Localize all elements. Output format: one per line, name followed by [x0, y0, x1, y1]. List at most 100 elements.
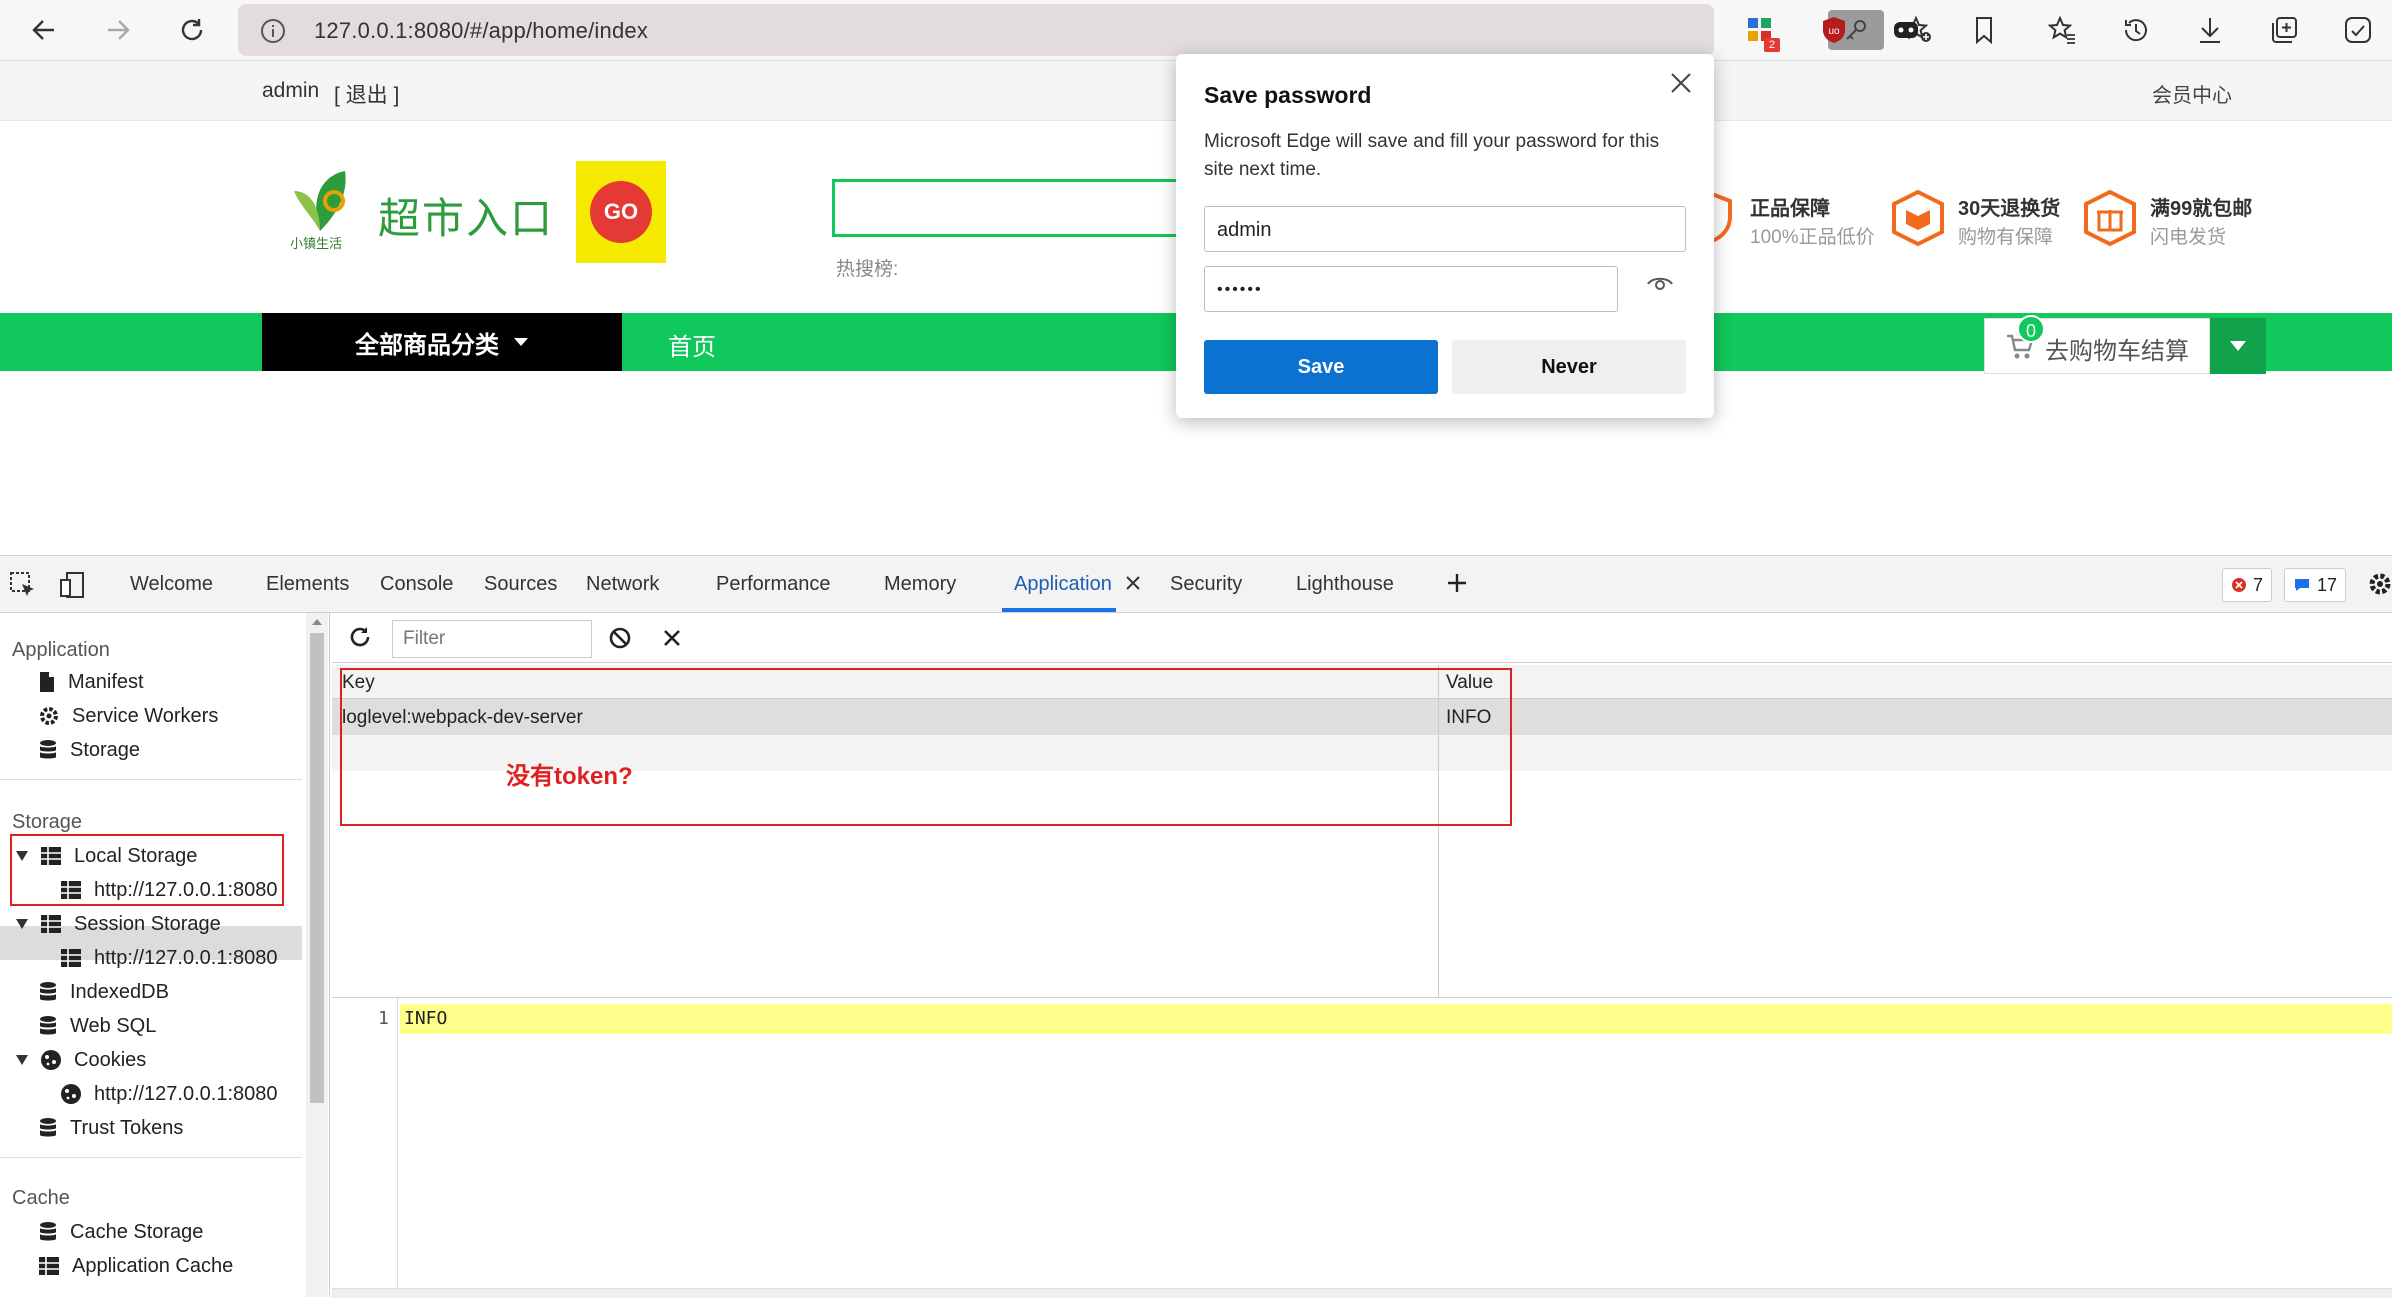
history-icon[interactable] — [2118, 12, 2154, 48]
sidebar-label: Service Workers — [72, 704, 219, 727]
filter-input[interactable] — [392, 620, 592, 658]
device-toolbar-icon[interactable] — [58, 570, 88, 600]
gift-icon — [2084, 189, 2136, 247]
gear-icon — [40, 707, 58, 725]
cart-checkout-button[interactable]: 0 去购物车结算 — [1984, 315, 2210, 374]
sidebar-item-service-workers[interactable]: Service Workers — [38, 699, 218, 733]
sidebar-label: Trust Tokens — [70, 1116, 184, 1139]
sidebar-header-storage: Storage — [12, 811, 83, 833]
cart-dropdown-button[interactable] — [2210, 318, 2266, 374]
logo-go-badge: GO — [576, 161, 666, 263]
expand-triangle-icon — [16, 919, 28, 929]
scroll-up-icon — [312, 619, 322, 625]
favorites-icon[interactable] — [2044, 12, 2080, 48]
application-sidebar: Application Manifest Service Workers Sto… — [0, 613, 330, 1297]
sidebar-item-application-cache[interactable]: Application Cache — [38, 1249, 233, 1283]
all-categories-menu[interactable]: 全部商品分类 — [262, 313, 622, 371]
clear-all-icon[interactable] — [608, 626, 632, 650]
site-info-icon[interactable] — [260, 18, 286, 44]
back-button[interactable] — [24, 10, 64, 50]
logo-go-text: GO — [590, 181, 652, 243]
performance-icon[interactable] — [2340, 12, 2376, 48]
address-bar[interactable]: 127.0.0.1:8080/#/app/home/index — [238, 4, 1931, 56]
tab-security[interactable]: Security — [1170, 573, 1242, 596]
messages-counter[interactable]: 17 — [2284, 568, 2347, 602]
sidebar-label: Cache Storage — [70, 1220, 204, 1243]
collections-icon[interactable] — [2266, 12, 2302, 48]
save-button[interactable]: Save — [1204, 340, 1438, 394]
tab-console[interactable]: Console — [380, 573, 453, 596]
sidebar-label: Application Cache — [72, 1254, 234, 1277]
never-button[interactable]: Never — [1452, 340, 1686, 394]
url-text[interactable]: 127.0.0.1:8080/#/app/home/index — [314, 18, 648, 44]
promo-subtitle: 购物有保障 — [1958, 227, 2054, 248]
cookie-icon — [61, 1084, 81, 1104]
sidebar-item-session-storage-origin[interactable]: http://127.0.0.1:8080 — [60, 941, 278, 975]
username-field[interactable]: admin — [1204, 206, 1686, 252]
ublock-icon[interactable]: uo — [1816, 12, 1852, 48]
sidebar-label: http://127.0.0.1:8080 — [94, 946, 278, 969]
search-input[interactable] — [832, 179, 1192, 237]
close-icon[interactable] — [1666, 68, 1696, 98]
nav-home-link[interactable]: 首页 — [668, 327, 716, 362]
tab-welcome[interactable]: Welcome — [130, 573, 213, 596]
cart-count-badge: 0 — [2017, 315, 2045, 343]
sidebar-item-session-storage[interactable]: Session Storage — [16, 907, 221, 941]
promo-subtitle: 闪电发货 — [2150, 227, 2227, 248]
tab-elements[interactable]: Elements — [266, 573, 349, 596]
promo-genuine: 正品保障 100%正品低价 — [1690, 186, 1890, 256]
tab-network[interactable]: Network — [586, 573, 659, 596]
logo-small-text: 小镇生活 — [290, 236, 343, 251]
devtools-panel: Welcome Elements Console Sources Network… — [0, 555, 2392, 1298]
tab-application[interactable]: Application — [1014, 573, 1112, 596]
back-arrow-icon — [32, 20, 54, 40]
sidebar-item-cookies-origin[interactable]: http://127.0.0.1:8080 — [60, 1077, 278, 1111]
logo-text: 超市入口 — [378, 195, 555, 242]
promo-subtitle: 100%正品低价 — [1750, 227, 1875, 248]
tab-lighthouse[interactable]: Lighthouse — [1296, 573, 1394, 596]
box-icon — [1892, 189, 1944, 247]
downloads-icon[interactable] — [2192, 12, 2228, 48]
table-grid-icon — [39, 1257, 59, 1275]
annotation-text: 没有token? — [506, 763, 633, 790]
forward-button[interactable] — [98, 10, 138, 50]
inspect-element-icon[interactable] — [8, 570, 38, 600]
refresh-button[interactable] — [172, 10, 212, 50]
errors-counter[interactable]: 7 — [2222, 568, 2273, 602]
errors-count: 7 — [2253, 574, 2264, 595]
sidebar-item-storage[interactable]: Storage — [38, 733, 140, 767]
sidebar-item-cache-storage[interactable]: Cache Storage — [38, 1215, 203, 1249]
sidebar-divider — [0, 1157, 302, 1158]
sidebar-item-websql[interactable]: Web SQL — [38, 1009, 156, 1043]
sidebar-header-cache: Cache — [12, 1187, 70, 1209]
bookmark-icon[interactable] — [1966, 12, 2002, 48]
game-controller-icon[interactable] — [1888, 12, 1924, 48]
sidebar-item-cookies[interactable]: Cookies — [16, 1043, 146, 1077]
sidebar-label: Cookies — [74, 1048, 147, 1071]
sidebar-label: Web SQL — [70, 1014, 157, 1037]
show-password-icon[interactable] — [1646, 274, 1674, 294]
extensions-icon[interactable]: 2 — [1742, 12, 1780, 52]
username-link[interactable]: admin — [262, 79, 319, 103]
site-logo[interactable]: 小镇生活 超市入口 GO — [290, 161, 668, 263]
more-tabs-plus-icon[interactable] — [1446, 572, 1468, 594]
sidebar-label: Manifest — [68, 670, 144, 693]
tab-memory[interactable]: Memory — [884, 573, 956, 596]
close-tab-icon[interactable] — [1126, 576, 1140, 590]
sidebar-scrollbar[interactable] — [306, 613, 328, 1297]
sidebar-item-manifest[interactable]: Manifest — [38, 665, 144, 699]
password-field[interactable]: •••••• — [1204, 266, 1618, 312]
preview-content[interactable]: INFO — [404, 1008, 447, 1029]
member-center-link[interactable]: 会员中心 — [2152, 79, 2232, 108]
logout-link[interactable]: [ 退出 ] — [334, 79, 399, 109]
tab-sources[interactable]: Sources — [484, 573, 557, 596]
sidebar-item-trust-tokens[interactable]: Trust Tokens — [38, 1111, 183, 1145]
tab-performance[interactable]: Performance — [716, 573, 831, 596]
settings-gear-icon[interactable] — [2366, 570, 2392, 598]
sidebar-scroll-thumb[interactable] — [310, 633, 324, 1103]
refresh-icon[interactable] — [348, 625, 372, 649]
delete-selected-icon[interactable] — [662, 628, 682, 648]
sidebar-item-indexeddb[interactable]: IndexedDB — [38, 975, 169, 1009]
message-icon — [2295, 579, 2309, 591]
extension-badge: 2 — [1764, 38, 1780, 52]
